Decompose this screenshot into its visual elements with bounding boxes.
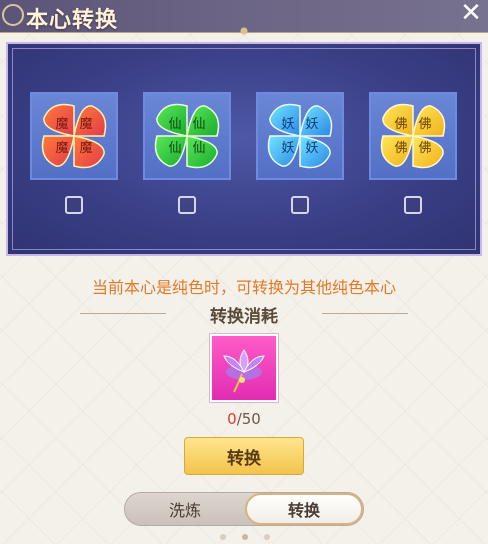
svg-text:妖: 妖 xyxy=(305,141,318,156)
convert-button[interactable]: 转换 xyxy=(184,437,304,475)
selection-area: 魔 魔 魔 魔 仙 仙 仙 仙 妖 妖 妖 妖 佛 佛 佛 佛 xyxy=(6,42,482,256)
svg-text:魔: 魔 xyxy=(79,141,92,156)
svg-text:仙: 仙 xyxy=(192,117,205,132)
heart-mo-icon: 魔 魔 魔 魔 xyxy=(41,103,107,169)
page-indicator xyxy=(216,530,276,544)
cost-item-slot[interactable] xyxy=(210,334,278,402)
cost-current: 0 xyxy=(227,410,237,428)
cost-header: 转换消耗 xyxy=(0,302,488,327)
checkbox-fo[interactable] xyxy=(404,196,422,214)
svg-text:佛: 佛 xyxy=(418,117,431,132)
svg-text:佛: 佛 xyxy=(394,117,407,132)
svg-text:佛: 佛 xyxy=(418,141,431,156)
window-title: 本心转换 xyxy=(26,8,119,33)
checkbox-yao[interactable] xyxy=(291,196,309,214)
checkbox-xian[interactable] xyxy=(178,196,196,214)
heart-xian-icon: 仙 仙 仙 仙 xyxy=(154,103,220,169)
page-dot xyxy=(264,534,270,540)
svg-text:妖: 妖 xyxy=(281,117,294,132)
option-cell-yao[interactable]: 妖 妖 妖 妖 xyxy=(256,92,344,180)
svg-text:佛: 佛 xyxy=(394,141,407,156)
tab-refine[interactable]: 洗炼 xyxy=(125,493,245,525)
svg-text:妖: 妖 xyxy=(305,117,318,132)
svg-text:仙: 仙 xyxy=(168,141,181,156)
svg-text:魔: 魔 xyxy=(79,117,92,132)
page-dot xyxy=(220,534,226,540)
dialog-panel: 本心转换 ✕ 魔 魔 魔 魔 仙 仙 仙 仙 妖 妖 妖 妖 佛 佛 佛 佛 当… xyxy=(0,0,488,544)
svg-text:妖: 妖 xyxy=(281,141,294,156)
tab-switch: 洗炼 转换 xyxy=(124,492,364,526)
svg-text:仙: 仙 xyxy=(168,117,181,132)
heart-fo-icon: 佛 佛 佛 佛 xyxy=(380,103,446,169)
cost-title: 转换消耗 xyxy=(210,307,278,327)
svg-text:魔: 魔 xyxy=(55,141,68,156)
lotus-icon xyxy=(223,349,265,393)
option-cell-xian[interactable]: 仙 仙 仙 仙 xyxy=(143,92,231,180)
page-dot-active xyxy=(242,534,248,540)
close-icon[interactable]: ✕ xyxy=(458,0,484,26)
cost-required: 50 xyxy=(241,410,261,428)
ornament-icon xyxy=(236,26,252,36)
option-cell-mo[interactable]: 魔 魔 魔 魔 xyxy=(30,92,118,180)
title-emblem-icon xyxy=(2,4,24,26)
cost-count: 0/50 xyxy=(0,410,488,428)
hint-text: 当前本心是纯色时，可转换为其他纯色本心 xyxy=(91,278,396,297)
heart-yao-icon: 妖 妖 妖 妖 xyxy=(267,103,333,169)
svg-text:魔: 魔 xyxy=(55,117,68,132)
checkbox-mo[interactable] xyxy=(65,196,83,214)
option-cell-fo[interactable]: 佛 佛 佛 佛 xyxy=(369,92,457,180)
tab-convert[interactable]: 转换 xyxy=(245,493,363,525)
svg-text:仙: 仙 xyxy=(192,141,205,156)
